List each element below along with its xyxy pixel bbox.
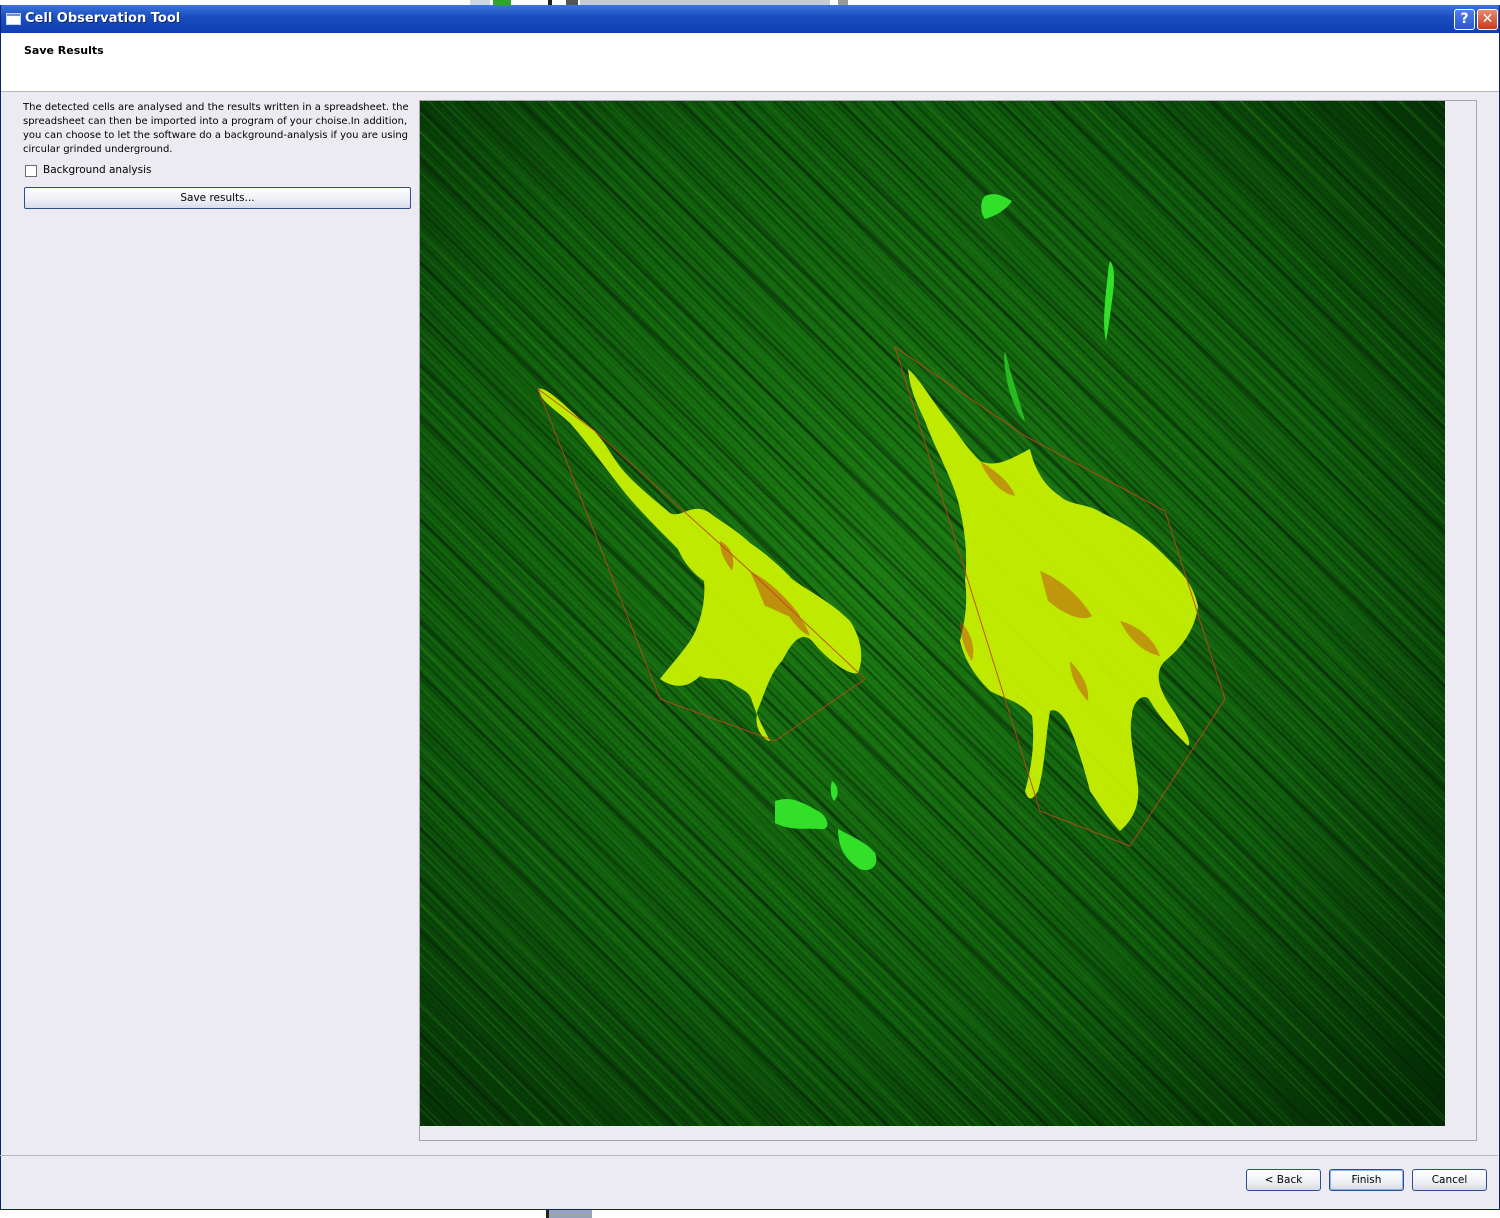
title-bar[interactable]: Cell Observation Tool ? ✕	[1, 5, 1499, 33]
wizard-header: Save Results	[1, 33, 1499, 92]
background-taskbar-fragment	[546, 1210, 592, 1218]
app-window-icon	[6, 13, 21, 25]
background-analysis-checkbox[interactable]	[25, 165, 37, 177]
cancel-button[interactable]: Cancel	[1412, 1169, 1487, 1191]
window-title: Cell Observation Tool	[25, 11, 181, 26]
instructions-text: The detected cells are analysed and the …	[23, 102, 409, 155]
scratch-texture-coarse	[420, 101, 1445, 1126]
page-title: Save Results	[24, 44, 104, 57]
back-button[interactable]: < Back	[1246, 1169, 1321, 1191]
finish-button[interactable]: Finish	[1329, 1169, 1404, 1191]
help-button[interactable]: ?	[1454, 9, 1475, 30]
microscopy-image	[420, 101, 1445, 1126]
image-view	[419, 100, 1477, 1141]
close-button[interactable]: ✕	[1477, 9, 1498, 30]
background-analysis-label[interactable]: Background analysis	[43, 164, 152, 176]
footer-separator	[0, 1155, 1498, 1156]
save-results-button[interactable]: Save results...	[24, 187, 411, 209]
